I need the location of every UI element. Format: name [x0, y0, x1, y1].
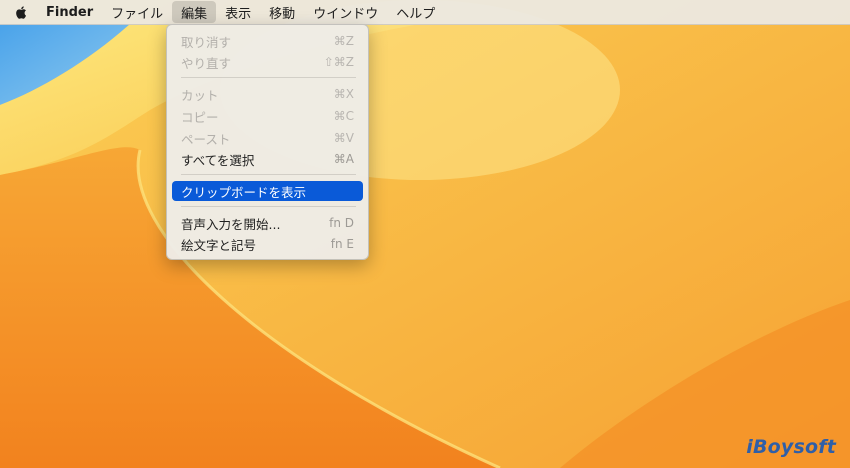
menu-item-shortcut: ⇧⌘Z	[323, 55, 354, 69]
menu-item-shortcut: fn E	[330, 237, 354, 251]
menu-item-cut[interactable]: カット ⌘X	[172, 84, 363, 104]
menu-item-show-clipboard[interactable]: クリップボードを表示	[172, 181, 363, 201]
watermark-logo: iBoysoft	[746, 436, 836, 458]
menu-item-label: 絵文字と記号	[181, 237, 257, 253]
menu-item-undo[interactable]: 取り消す ⌘Z	[172, 31, 363, 51]
menu-item-select-all[interactable]: すべてを選択 ⌘A	[172, 149, 363, 169]
menu-item-label: ペースト	[181, 131, 231, 147]
menu-item-shortcut: ⌘C	[333, 109, 354, 123]
menu-item-shortcut: ⌘X	[333, 87, 354, 101]
menu-item-shortcut: ⌘V	[333, 131, 354, 145]
menu-item-label: カット	[181, 87, 219, 103]
menu-item-shortcut: fn D	[329, 216, 354, 230]
menu-item-shortcut: ⌘Z	[333, 34, 354, 48]
apple-menu[interactable]	[0, 1, 37, 23]
menu-item-emoji-symbols[interactable]: 絵文字と記号 fn E	[172, 234, 363, 254]
menu-item-copy[interactable]: コピー ⌘C	[172, 106, 363, 126]
menu-item-shortcut: ⌘A	[333, 152, 354, 166]
menu-separator	[181, 174, 356, 175]
menu-window[interactable]: ウインドウ	[304, 1, 387, 23]
menu-file[interactable]: ファイル	[102, 1, 172, 23]
wallpaper-graphic	[0, 0, 850, 468]
menu-edit[interactable]: 編集	[172, 1, 217, 23]
edit-dropdown-menu: 取り消す ⌘Z やり直す ⇧⌘Z カット ⌘X コピー ⌘C ペースト ⌘V す…	[166, 24, 369, 260]
menu-item-label: すべてを選択	[181, 152, 255, 168]
menu-view[interactable]: 表示	[216, 1, 260, 23]
menu-item-label: コピー	[181, 109, 219, 125]
menu-bar: Finder ファイル 編集 表示 移動 ウインドウ ヘルプ	[0, 0, 850, 25]
menu-item-label: クリップボードを表示	[181, 184, 307, 200]
menu-app-finder[interactable]: Finder	[37, 1, 102, 23]
desktop-wallpaper	[0, 0, 850, 468]
menu-item-label: やり直す	[181, 55, 232, 71]
menu-go[interactable]: 移動	[260, 1, 304, 23]
apple-icon	[16, 5, 26, 19]
menu-item-paste[interactable]: ペースト ⌘V	[172, 128, 363, 148]
menu-item-label: 取り消す	[181, 34, 232, 50]
menu-help[interactable]: ヘルプ	[387, 1, 444, 23]
menu-item-label: 音声入力を開始...	[181, 216, 281, 232]
menu-separator	[181, 206, 356, 207]
menu-item-start-dictation[interactable]: 音声入力を開始... fn D	[172, 213, 363, 233]
menu-item-redo[interactable]: やり直す ⇧⌘Z	[172, 52, 363, 72]
menu-separator	[181, 77, 356, 78]
